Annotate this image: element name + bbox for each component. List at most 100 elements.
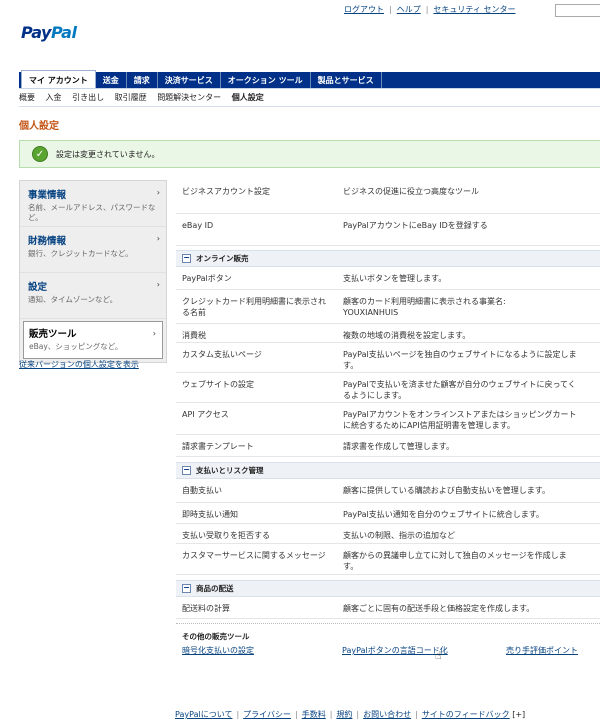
sidebar-item-desc: 名前、メールアドレス、パスワードなど。 [28,203,156,222]
row-label: 消費税 [182,331,206,340]
footer: PayPalについて | プライバシー | 手数料 | 規約 | お問い合わせ | サイトのフィード… [175,709,525,720]
settings-row[interactable]: ウェブサイトの設定 PayPalで支払いを済ませた顧客が自分のウェブサイトに戻っ… [176,373,600,403]
tab-products-services[interactable]: 製品とサービス [311,72,382,88]
sidebar-item-desc: 通知、タイムゾーンなど。 [28,295,118,304]
page-title: 個人設定 [19,121,59,132]
row-value: PayPalアカウントにeBay IDを登録する [343,221,488,230]
collapse-icon[interactable]: − [182,584,191,593]
sidebar-item-label: 設定 [28,282,48,293]
profile-sidebar: 事業情報 名前、メールアドレス、パスワードなど。 › 財務情報 銀行、クレジット… [19,180,167,363]
subtab-withdraw[interactable]: 引き出し [72,93,104,102]
section-shipping[interactable]: − 商品の配送 [176,580,600,597]
footer-link-about[interactable]: PayPalについて [175,710,232,719]
row-label: 即時支払い通知 [182,510,238,519]
main-tabs: マイ アカウント 送金 請求 決済サービス オークション ツール 製品とサービス [19,70,600,88]
status-notice: ✓ 設定は変更されていません。 [19,140,600,168]
footer-link-terms[interactable]: 規約 [336,710,352,719]
row-value: 顧客ごとに固有の配送手段と価格設定を作成します。 [343,604,535,613]
settings-row[interactable]: PayPalボタン 支払いボタンを管理します。 [176,267,600,290]
footer-link-fees[interactable]: 手数料 [302,710,326,719]
tab-my-account[interactable]: マイ アカウント [21,70,96,88]
row-value: PayPalアカウントをオンラインストアまたはショッピングカートに統合するために… [343,410,577,430]
row-label: API アクセス [182,410,229,419]
row-value: 顧客からの異議申し立てに対して独自のメッセージを作成します。 [343,551,567,571]
chevron-right-icon: › [156,188,160,197]
settings-row[interactable]: カスタム支払いページ PayPal支払いページを独自のウェブサイトになるように設… [176,343,600,373]
subtab-overview[interactable]: 概要 [19,93,35,102]
other-tools-title: その他の販売ツール [182,632,250,641]
divider [19,106,600,107]
settings-row[interactable]: 自動支払い 顧客に提供している購読および自動支払いを管理します。 [176,479,600,503]
tab-request-money[interactable]: 請求 [127,72,158,88]
divider: | [425,5,429,14]
feedback-expand-icon[interactable]: [+] [512,710,525,719]
sub-tabs: 概要 入金 引き出し 取引履歴 問題解決センター 個人設定 [19,92,272,103]
sidebar-item-label: 販売ツール [29,329,77,340]
search-input[interactable] [555,4,600,17]
collapse-icon[interactable]: − [182,466,191,475]
other-selling-tools: その他の販売ツール 暗号化支払いの設定 PayPalボタンの言語コード化 売り手… [176,623,600,665]
sidebar-item-business-info[interactable]: 事業情報 名前、メールアドレス、パスワードなど。 › [20,181,166,227]
row-label: 自動支払い [182,486,222,495]
sidebar-item-desc: eBay、ショッピングなど。 [29,342,123,351]
footer-link-feedback[interactable]: サイトのフィードバック [422,710,510,719]
collapse-icon[interactable]: − [182,254,191,263]
section-title: 商品の配送 [196,584,234,593]
checkmark-icon: ✓ [32,146,48,162]
row-label: 支払い受取りを拒否する [182,531,270,540]
encrypted-payment-link[interactable]: 暗号化支払いの設定 [182,645,254,656]
subtab-profile[interactable]: 個人設定 [232,93,264,102]
legacy-profile-link[interactable]: 従来バージョンの個人設定を表示 [19,359,139,370]
divider: | [356,710,360,719]
settings-content: ビジネスアカウント設定 ビジネスの促進に役立つ高度なツール eBay ID Pa… [176,180,600,665]
chevron-right-icon: › [152,329,156,338]
logout-link[interactable]: ログアウト [344,5,384,14]
settings-row[interactable]: 消費税 複数の地域の消費税を設定します。 [176,324,600,343]
row-label: ビジネスアカウント設定 [182,187,270,196]
paypal-logo[interactable]: PayPal [21,23,77,42]
row-value: 請求書を作成して管理します。 [343,442,454,451]
settings-row[interactable]: カスタマーサービスに関するメッセージ 顧客からの異議申し立てに対して独自のメッセ… [176,544,600,575]
sidebar-item-selling-tools[interactable]: 販売ツール eBay、ショッピングなど。 › [23,321,163,359]
row-value: 顧客に提供している購読および自動支払いを管理します。 [343,486,550,495]
sidebar-item-desc: 銀行、クレジットカードなど。 [28,249,133,258]
row-value: PayPalで支払いを済ませた顧客が自分のウェブサイトに戻ってくるようにします。 [343,380,576,400]
sidebar-item-settings[interactable]: 設定 通知、タイムゾーンなど。 › [20,273,166,319]
settings-row[interactable]: 支払い受取りを拒否する 支払いの制限、指示の追加など [176,524,600,544]
section-payment-risk[interactable]: − 支払いとリスク管理 [176,462,600,479]
settings-row[interactable]: 配送料の計算 顧客ごとに固有の配送手段と価格設定を作成します。 [176,597,600,619]
help-link[interactable]: ヘルプ [397,5,421,14]
settings-row[interactable]: eBay ID PayPalアカウントにeBay IDを登録する [176,214,600,246]
tab-auction-tools[interactable]: オークション ツール [221,72,311,88]
row-value: PayPal支払いページを独自のウェブサイトになるように設定します。 [343,350,577,370]
row-value: PayPal支払い通知を自分のウェブサイトに統合します。 [343,510,544,519]
subtab-history[interactable]: 取引履歴 [115,93,147,102]
seller-rating-link[interactable]: 売り手評価ポイント [506,645,578,656]
row-label: クレジットカード利用明細書に表示される名前 [182,297,326,317]
hand-cursor-icon: ☝ [435,649,442,662]
footer-link-contact[interactable]: お問い合わせ [363,710,411,719]
settings-row[interactable]: 請求書テンプレート 請求書を作成して管理します。 [176,435,600,457]
subtab-resolution-center[interactable]: 問題解決センター [157,93,221,102]
tab-merchant-services[interactable]: 決済サービス [158,72,221,88]
button-language-link[interactable]: PayPalボタンの言語コード化 [342,645,448,656]
settings-row[interactable]: ビジネスアカウント設定 ビジネスの促進に役立つ高度なツール [176,180,600,214]
sidebar-item-financial-info[interactable]: 財務情報 銀行、クレジットカードなど。 › [20,227,166,273]
security-center-link[interactable]: セキュリティ センター [433,5,515,14]
footer-link-privacy[interactable]: プライバシー [243,710,291,719]
settings-row[interactable]: クレジットカード利用明細書に表示される名前 顧客のカード利用明細書に表示される事… [176,290,600,324]
row-value: 顧客のカード利用明細書に表示される事業名: YOUXIANHUIS [343,297,506,317]
settings-row[interactable]: API アクセス PayPalアカウントをオンラインストアまたはショッピングカー… [176,403,600,435]
subtab-add-funds[interactable]: 入金 [46,93,62,102]
tab-send-money[interactable]: 送金 [96,72,127,88]
chevron-right-icon: › [156,280,160,289]
section-online-sales[interactable]: − オンライン販売 [176,250,600,267]
row-label: 請求書テンプレート [182,442,254,451]
row-label: PayPalボタン [182,274,232,283]
chevron-right-icon: › [156,234,160,243]
sidebar-item-label: 事業情報 [28,190,67,201]
row-label: ウェブサイトの設定 [182,380,254,389]
divider: | [329,710,333,719]
settings-row[interactable]: 即時支払い通知 PayPal支払い通知を自分のウェブサイトに統合します。 [176,503,600,524]
divider: | [415,710,418,719]
